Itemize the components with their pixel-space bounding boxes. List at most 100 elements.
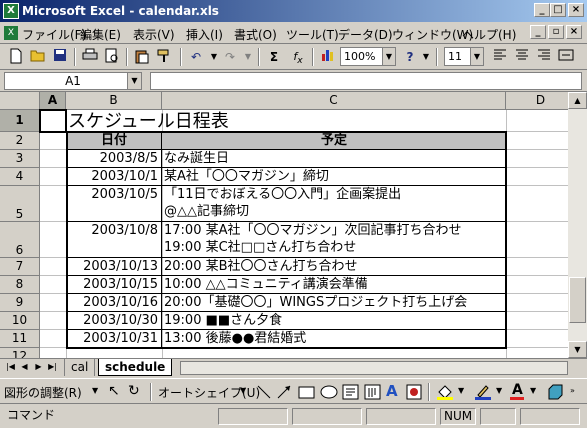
select-all-corner[interactable] [0,92,40,110]
draw-adjust-menu[interactable]: 図形の調整(R) [4,384,82,401]
menu-view[interactable]: 表示(V) [133,26,175,43]
line-color-icon[interactable] [474,383,492,404]
open-icon[interactable] [28,48,48,66]
undo-icon[interactable]: ↶ [186,48,206,66]
column-header-b[interactable]: B [66,92,162,110]
toolbar-separator [180,48,182,66]
shadow-3d-icon[interactable] [546,383,564,404]
row-header[interactable]: 2 [0,132,40,150]
close-button[interactable]: × [568,3,584,17]
wordart-icon[interactable]: A [386,382,398,400]
column-header-c[interactable]: C [162,92,506,110]
status-mode: コマンド [7,408,56,422]
row-header[interactable]: 9 [0,294,40,312]
chevron-down-icon[interactable]: ▼ [458,386,464,395]
column-header-d[interactable]: D [506,92,568,110]
minimize-button[interactable]: _ [534,3,550,17]
redo-dropdown-icon[interactable]: ▼ [238,48,258,66]
row-header[interactable]: 4 [0,168,40,186]
selected-cell-a1[interactable] [39,109,67,133]
rectangle-icon[interactable] [298,384,316,403]
row-header[interactable]: 5 [0,186,40,222]
menu-edit[interactable]: 編集(E) [80,26,121,43]
prev-sheet-icon[interactable]: ◀ [18,361,31,374]
plan-cell: 某A社「〇〇マガジン」締切 [164,169,329,184]
print-preview-icon[interactable] [102,48,122,66]
row-header[interactable]: 1 [0,110,40,132]
name-box[interactable]: A1 ▼ [4,72,142,90]
clipart-icon[interactable] [406,384,422,403]
select-objects-icon[interactable]: ↖ [108,383,120,399]
vertical-scrollbar[interactable]: ▲ ▼ [568,92,587,358]
last-sheet-icon[interactable]: ▶| [46,361,59,374]
vertical-textbox-icon[interactable] [364,384,382,403]
chevron-down-icon[interactable]: ▼ [382,48,395,65]
align-right-icon[interactable] [534,48,554,66]
help-dropdown-icon[interactable]: ▼ [416,48,436,66]
function-icon[interactable]: fx [288,48,308,66]
chevron-right-icon[interactable]: » [570,386,575,395]
merge-center-icon[interactable] [556,48,576,66]
row-header[interactable]: 12 [0,348,40,358]
toolbar-separator [126,48,128,66]
menu-format[interactable]: 書式(O) [234,26,277,43]
sheet-tab-schedule[interactable]: schedule [98,359,173,376]
textbox-icon[interactable] [342,384,360,403]
sheet-tab-cal[interactable]: cal [64,359,96,376]
align-left-icon[interactable] [490,48,510,66]
formula-input[interactable] [150,72,582,90]
toolbar-separator [258,48,260,66]
row-header[interactable]: 7 [0,258,40,276]
chart-wizard-icon[interactable] [318,48,338,66]
toolbar-separator [436,48,438,66]
doc-close-button[interactable]: × [566,25,582,39]
next-sheet-icon[interactable]: ▶ [32,361,45,374]
chevron-down-icon[interactable]: ▼ [240,386,246,395]
toolbar-separator [312,48,314,66]
row-header[interactable]: 11 [0,330,40,348]
chevron-down-icon[interactable]: ▼ [530,386,536,395]
chevron-down-icon[interactable]: ▼ [127,73,141,89]
scroll-thumb[interactable] [569,277,586,323]
doc-restore-button[interactable]: ▫ [548,25,564,39]
paste-icon[interactable] [132,48,152,66]
chevron-down-icon[interactable]: ▼ [470,48,483,65]
scroll-down-icon[interactable]: ▼ [568,341,587,358]
menu-data[interactable]: データ(D) [338,26,393,43]
free-rotate-icon[interactable]: ↻ [128,383,140,399]
menu-insert[interactable]: 挿入(I) [186,26,223,43]
menu-tools[interactable]: ツール(T) [286,26,339,43]
menu-file[interactable]: ファイル(F) [22,26,86,43]
arrow-icon[interactable] [276,384,292,403]
row-header[interactable]: 6 [0,222,40,258]
autosum-icon[interactable]: Σ [264,48,284,66]
print-icon[interactable] [80,48,100,66]
scroll-up-icon[interactable]: ▲ [568,92,587,109]
date-cell: 2003/10/30 [83,313,158,328]
menu-help[interactable]: ヘルプ(H) [462,26,516,43]
new-icon[interactable] [6,48,26,66]
row-header[interactable]: 3 [0,150,40,168]
format-painter-icon[interactable] [154,48,174,66]
first-sheet-icon[interactable]: |◀ [4,361,17,374]
chevron-down-icon[interactable]: ▼ [496,386,502,395]
row-header[interactable]: 8 [0,276,40,294]
align-center-icon[interactable] [512,48,532,66]
date-cell: 2003/10/5 [91,187,158,202]
oval-icon[interactable] [320,384,338,403]
line-icon[interactable] [256,384,272,403]
doc-minimize-button[interactable]: _ [530,25,546,39]
horizontal-scrollbar[interactable] [180,361,568,375]
maximize-button[interactable]: □ [550,3,566,17]
font-size-combo[interactable]: 11 ▼ [444,47,484,66]
font-color-icon[interactable]: A [512,382,523,398]
chevron-down-icon[interactable]: ▼ [92,386,98,395]
redo-icon[interactable]: ↷ [220,48,240,66]
column-header-a[interactable]: A [40,92,66,110]
save-icon[interactable] [50,48,70,66]
date-cell: 2003/10/15 [83,277,158,292]
zoom-combo[interactable]: 100% ▼ [340,47,396,66]
row-header[interactable]: 10 [0,312,40,330]
fill-color-icon[interactable] [436,383,454,404]
workbook-icon[interactable]: X [4,26,18,40]
